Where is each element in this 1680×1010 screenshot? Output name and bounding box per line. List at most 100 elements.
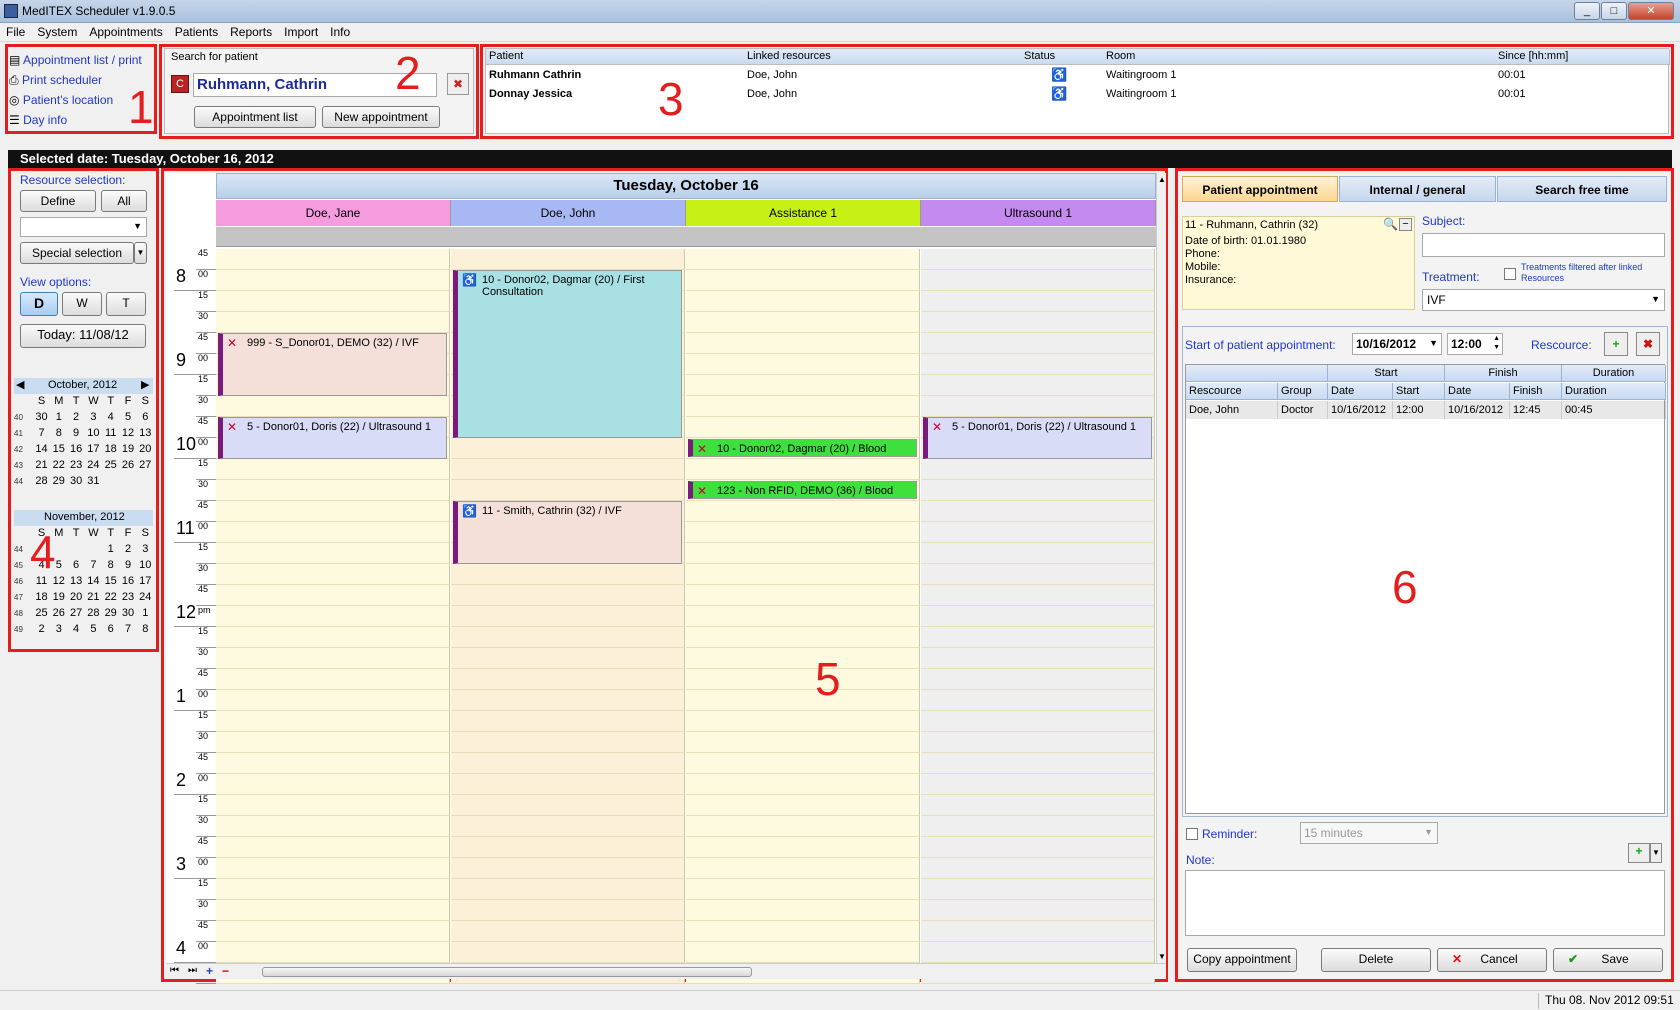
time-slot[interactable] — [451, 774, 685, 795]
special-dropdown-button[interactable]: ▼ — [134, 242, 147, 264]
next-month-icon[interactable]: ▶ — [141, 378, 149, 391]
time-slot[interactable] — [451, 900, 685, 921]
calendar-day[interactable]: 27 — [137, 459, 154, 471]
time-slot[interactable] — [921, 291, 1155, 312]
appointment-block[interactable]: ✕ 999 - S_Donor01, DEMO (32) / IVF — [218, 333, 447, 396]
treatment-filter-checkbox[interactable] — [1504, 268, 1516, 280]
new-appointment-button[interactable]: New appointment — [322, 106, 440, 128]
menu-patients[interactable]: Patients — [169, 23, 224, 39]
calendar-day[interactable]: 30 — [33, 411, 50, 423]
week-view-button[interactable]: W — [62, 292, 102, 316]
time-slot[interactable] — [216, 501, 450, 522]
time-slot[interactable] — [451, 858, 685, 879]
calendar-day[interactable]: 9 — [120, 559, 137, 571]
calendar-day[interactable]: 30 — [120, 607, 137, 619]
time-slot[interactable] — [921, 753, 1155, 774]
prev-month-icon[interactable]: ◀ — [16, 378, 24, 391]
time-slot[interactable] — [921, 270, 1155, 291]
time-slot[interactable] — [686, 459, 920, 480]
time-slot[interactable] — [216, 585, 450, 606]
remove-resource-button[interactable]: ✖ — [1636, 332, 1660, 356]
time-slot[interactable] — [451, 585, 685, 606]
today-button[interactable]: Today: 11/08/12 — [20, 324, 146, 348]
time-slot[interactable] — [216, 795, 450, 816]
time-slot[interactable] — [921, 543, 1155, 564]
time-slot[interactable] — [686, 564, 920, 585]
vertical-scrollbar[interactable]: ▲ ▼ — [1156, 173, 1166, 963]
menu-info[interactable]: Info — [324, 23, 356, 39]
time-slot[interactable] — [216, 480, 450, 501]
time-slot[interactable] — [921, 585, 1155, 606]
calendar-day[interactable]: 8 — [50, 427, 67, 439]
appointment-list-link[interactable]: ▤ Appointment list / print — [9, 50, 142, 70]
note-dropdown-button[interactable]: ▼ — [1650, 843, 1662, 863]
clear-patient-button[interactable]: ✖ — [447, 73, 469, 95]
calendar-day[interactable]: 18 — [33, 591, 50, 603]
time-slot[interactable] — [216, 396, 450, 417]
calendar-day[interactable]: 28 — [85, 607, 102, 619]
time-slot[interactable] — [921, 795, 1155, 816]
tab-patient-appointment[interactable]: Patient appointment — [1182, 176, 1338, 202]
minimize-button[interactable]: _ — [1574, 2, 1600, 20]
calendar-day[interactable]: 19 — [50, 591, 67, 603]
time-slot[interactable] — [216, 459, 450, 480]
time-slot[interactable] — [686, 627, 920, 648]
time-slot[interactable] — [921, 501, 1155, 522]
time-slot[interactable] — [921, 921, 1155, 942]
calendar-day[interactable]: 7 — [85, 559, 102, 571]
time-slot[interactable] — [686, 417, 920, 438]
time-slot[interactable] — [451, 732, 685, 753]
calendar-day[interactable]: 26 — [50, 607, 67, 619]
time-slot[interactable] — [686, 774, 920, 795]
time-slot[interactable] — [451, 816, 685, 837]
time-slot[interactable] — [451, 480, 685, 501]
calendar-day[interactable]: 3 — [137, 543, 154, 555]
reminder-select[interactable]: 15 minutes ▼ — [1300, 822, 1438, 844]
time-slot[interactable] — [216, 774, 450, 795]
calendar-day[interactable]: 31 — [85, 475, 102, 487]
resource-select[interactable]: ▼ — [20, 217, 147, 237]
time-slot[interactable] — [451, 690, 685, 711]
menu-appointments[interactable]: Appointments — [83, 23, 168, 39]
print-scheduler-link[interactable]: ⎙ Print scheduler — [9, 70, 142, 90]
time-slot[interactable] — [451, 459, 685, 480]
maximize-button[interactable]: □ — [1601, 2, 1627, 20]
save-button[interactable]: ✔ Save — [1553, 948, 1663, 972]
time-slot[interactable] — [921, 627, 1155, 648]
time-slot[interactable] — [451, 648, 685, 669]
calendar-day[interactable]: 5 — [85, 623, 102, 635]
calendar-day[interactable]: 14 — [33, 443, 50, 455]
time-slot[interactable] — [921, 606, 1155, 627]
time-slot[interactable] — [686, 669, 920, 690]
appointment-block[interactable]: ✕ 10 - Donor02, Dagmar (20) / Blood — [688, 439, 917, 457]
time-slot[interactable] — [686, 921, 920, 942]
note-textarea[interactable] — [1185, 870, 1665, 936]
calendar-day[interactable]: 22 — [102, 591, 119, 603]
calendar-day[interactable]: 1 — [50, 411, 67, 423]
table-row[interactable]: Doe, John Doctor 10/16/2012 12:00 10/16/2012… — [1186, 401, 1666, 419]
time-slot[interactable] — [216, 291, 450, 312]
calendar-day[interactable]: 23 — [68, 459, 85, 471]
calendar-day[interactable]: 12 — [120, 427, 137, 439]
calendar-day[interactable]: 26 — [120, 459, 137, 471]
calendar-day[interactable]: 3 — [85, 411, 102, 423]
time-slot[interactable] — [921, 354, 1155, 375]
calendar-day[interactable]: 18 — [102, 443, 119, 455]
time-slot[interactable] — [216, 648, 450, 669]
horizontal-scroll-thumb[interactable] — [262, 967, 752, 977]
calendar-day[interactable]: 20 — [137, 443, 154, 455]
time-slot[interactable] — [451, 438, 685, 459]
time-slot[interactable] — [921, 522, 1155, 543]
time-slot[interactable] — [216, 942, 450, 963]
time-slot[interactable] — [686, 375, 920, 396]
calendar-day[interactable]: 8 — [102, 559, 119, 571]
time-slot[interactable] — [451, 669, 685, 690]
time-slot[interactable] — [686, 522, 920, 543]
time-slot[interactable] — [216, 627, 450, 648]
calendar-day[interactable]: 6 — [137, 411, 154, 423]
time-slot[interactable] — [451, 837, 685, 858]
calendar-day[interactable]: 23 — [120, 591, 137, 603]
calendar-day[interactable]: 1 — [102, 543, 119, 555]
time-slot[interactable] — [686, 837, 920, 858]
time-slot[interactable] — [921, 459, 1155, 480]
